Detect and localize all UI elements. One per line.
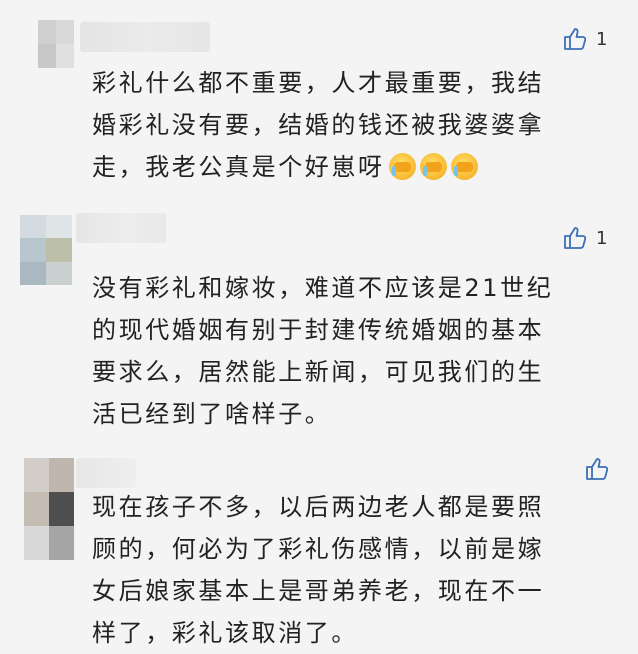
username-blurred — [76, 458, 136, 488]
like-button[interactable] — [584, 456, 610, 482]
face-palm-emoji — [419, 153, 447, 180]
thumbs-up-icon — [562, 26, 588, 52]
face-palm-emoji — [388, 153, 416, 180]
username-blurred — [76, 213, 166, 243]
thumbs-up-icon — [584, 456, 610, 482]
avatar[interactable] — [24, 458, 74, 560]
like-button[interactable]: 1 — [562, 26, 607, 52]
like-button[interactable]: 1 — [562, 225, 607, 251]
comment-text: 现在孩子不多，以后两边老人都是要照 顾的，何必为了彩礼伤感情，以前是嫁 女后娘家… — [92, 493, 545, 647]
comment-text: 没有彩礼和嫁妆，难道不应该是21世纪 的现代婚姻有别于封建传统婚姻的基本 要求么… — [92, 274, 554, 428]
avatar[interactable] — [38, 20, 74, 68]
face-palm-emoji — [450, 153, 478, 180]
avatar[interactable] — [20, 215, 72, 285]
comment-item: 1 没有彩礼和嫁妆，难道不应该是21世纪 的现代婚姻有别于封建传统婚姻的基本 要… — [0, 205, 638, 430]
comment-text: 彩礼什么都不重要，人才最重要，我结 婚彩礼没有要，结婚的钱还被我婆婆拿 走，我老… — [92, 69, 545, 181]
like-count: 1 — [596, 28, 608, 50]
comment-item: 1 彩礼什么都不重要，人才最重要，我结 婚彩礼没有要，结婚的钱还被我婆婆拿 走，… — [0, 0, 638, 200]
thumbs-up-icon — [562, 225, 588, 251]
username-blurred — [80, 22, 210, 52]
like-count: 1 — [596, 227, 608, 249]
comment-item: 现在孩子不多，以后两边老人都是要照 顾的，何必为了彩礼伤感情，以前是嫁 女后娘家… — [0, 440, 638, 650]
